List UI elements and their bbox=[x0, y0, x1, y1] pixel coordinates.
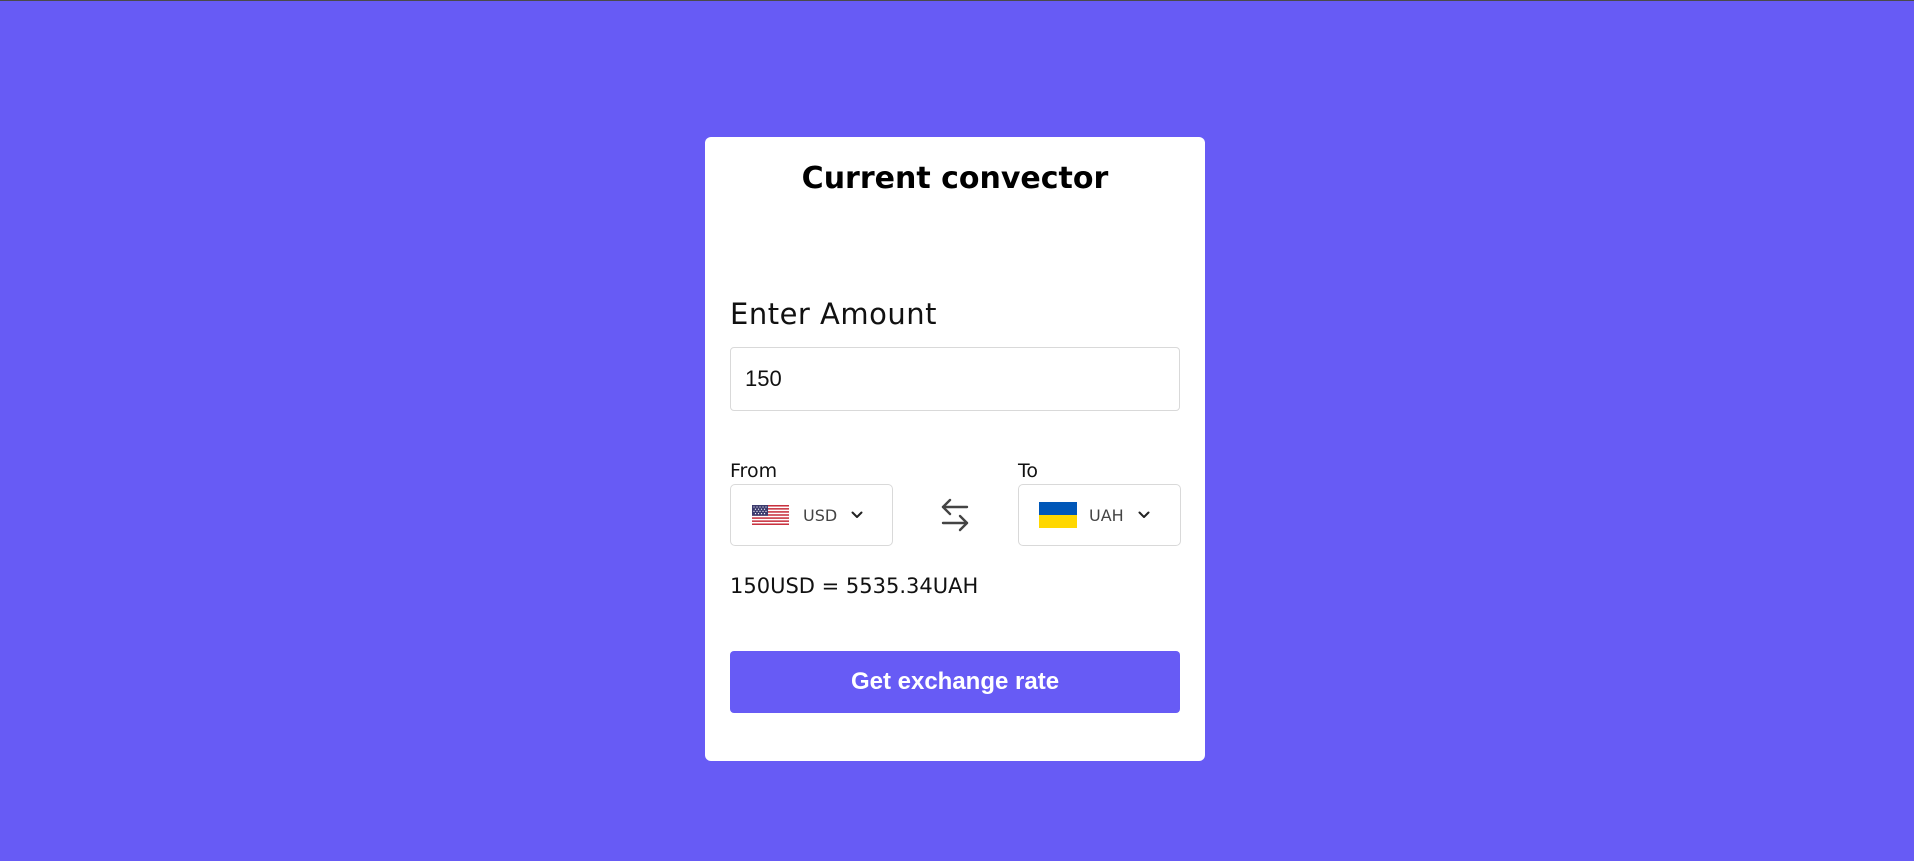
amount-label: Enter Amount bbox=[730, 297, 938, 331]
to-currency-code: UAH bbox=[1089, 505, 1124, 525]
to-currency-select[interactable]: UAH bbox=[1018, 484, 1181, 546]
amount-input[interactable] bbox=[730, 347, 1180, 411]
to-label: To bbox=[1018, 460, 1039, 482]
chevron-down-icon bbox=[851, 511, 863, 518]
us-flag-icon bbox=[752, 505, 789, 525]
swap-icon[interactable] bbox=[934, 493, 976, 537]
chevron-down-icon bbox=[1138, 511, 1150, 518]
from-currency-select[interactable]: USD bbox=[730, 484, 893, 546]
from-label: From bbox=[730, 460, 778, 482]
exchange-result: 150USD = 5535.34UAH bbox=[730, 574, 979, 598]
converter-card: Current convector Enter Amount From To U… bbox=[705, 137, 1205, 761]
from-currency-code: USD bbox=[803, 505, 838, 525]
page-title: Current convector bbox=[801, 161, 1109, 196]
ua-flag-icon bbox=[1039, 502, 1077, 528]
get-exchange-rate-button[interactable]: Get exchange rate bbox=[730, 651, 1180, 713]
